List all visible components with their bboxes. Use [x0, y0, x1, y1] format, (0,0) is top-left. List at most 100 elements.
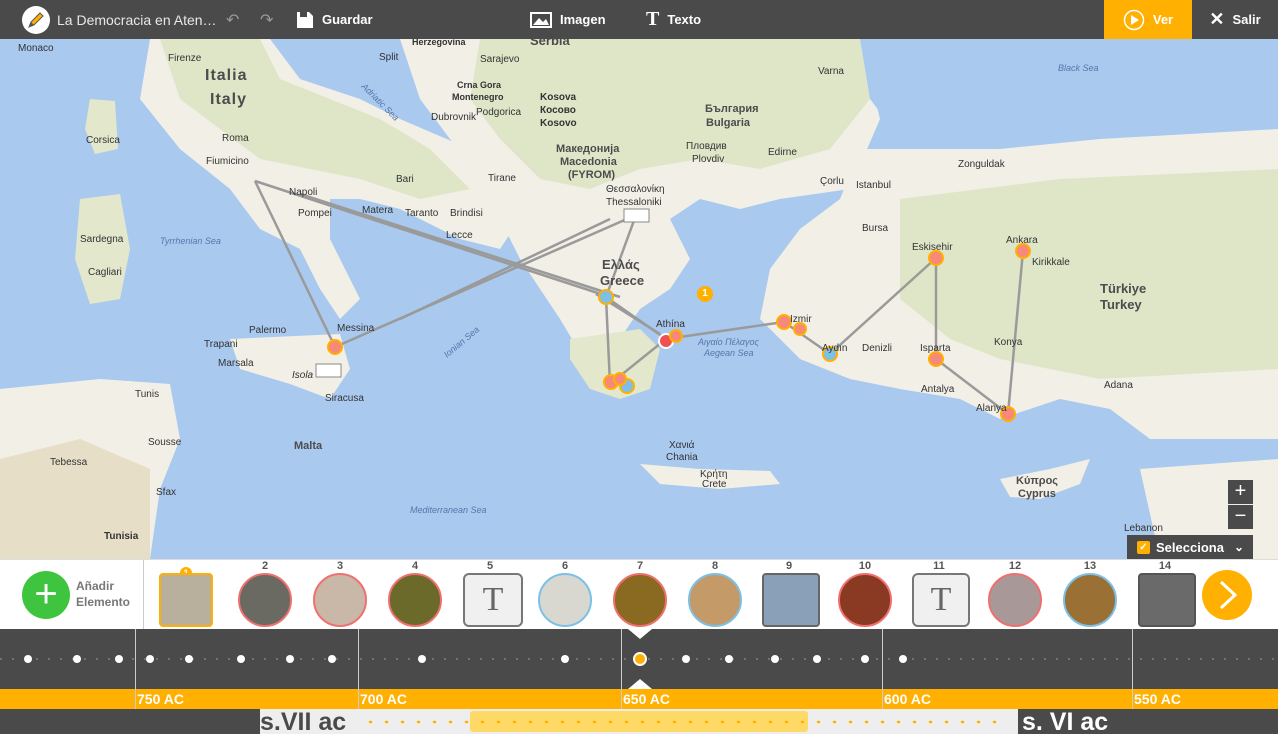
map-city-lebanon: Lebanon — [1124, 523, 1163, 534]
strip-item-6[interactable]: 6 — [538, 560, 592, 627]
next-arrow-button[interactable] — [1202, 570, 1252, 620]
text-icon: T — [646, 8, 660, 30]
map-canvas[interactable]: Italia Italy Ελλάς Greece Türkiye Turkey… — [0, 39, 1278, 559]
select-toggle-button[interactable]: ✓ Selecciona ⌄ — [1127, 535, 1253, 559]
close-icon: ✕ — [1209, 9, 1225, 29]
map-city-tunisia: Tunisia — [104, 531, 139, 542]
map-city-sousse: Sousse — [148, 437, 182, 448]
relief-thumbnail — [159, 573, 213, 627]
strip-item-9[interactable]: 9 — [762, 560, 820, 627]
zoom-in-button[interactable]: + — [1228, 480, 1253, 504]
map-city-plovdiv: Plovdiv — [692, 154, 725, 165]
map-city-isparta: Isparta — [920, 343, 951, 354]
chevron-right-icon — [1219, 580, 1238, 610]
map-city-edirne: Edirne — [768, 147, 797, 158]
map-city-sardegna: Sardegna — [80, 234, 124, 245]
map-city-tebessa: Tebessa — [50, 457, 88, 468]
text-element-icon: T — [912, 573, 970, 627]
checkbox-icon: ✓ — [1137, 540, 1150, 554]
map-label-montenegro: Montenegro — [452, 92, 504, 102]
timeline-tick — [135, 629, 136, 709]
strip-divider — [143, 560, 144, 630]
map-city-cagliari: Cagliari — [88, 267, 122, 278]
strip-item-number: 9 — [785, 560, 793, 572]
map-city-lecce: Lecce — [446, 230, 473, 241]
map-city-corlu: Çorlu — [820, 176, 844, 187]
save-icon — [297, 11, 313, 28]
bronze-helmet-thumbnail — [388, 573, 442, 627]
strip-item-10[interactable]: 10 — [838, 560, 892, 627]
strip-item-14[interactable]: 14 — [1138, 560, 1196, 627]
add-element-button[interactable]: + — [22, 571, 70, 619]
exit-label: Salir — [1232, 12, 1261, 27]
vase-painting-thumbnail — [838, 573, 892, 627]
pencil-logo-icon[interactable] — [22, 6, 50, 34]
map-city-marsala: Marsala — [218, 358, 254, 369]
map-label-ellas: Ελλάς — [602, 257, 640, 272]
century-label-vii: s.VII ac — [260, 708, 347, 736]
add-text-button[interactable]: T Texto — [646, 0, 701, 39]
strip-item-4[interactable]: 4 — [388, 560, 442, 627]
strip-item-13[interactable]: 13 — [1063, 560, 1117, 627]
add-element-label[interactable]: Añadir Elemento — [76, 578, 130, 610]
century-bar[interactable]: s.VII ac s. VI ac — [0, 708, 1278, 736]
strip-item-12[interactable]: 12 — [988, 560, 1042, 627]
timeline-track[interactable] — [0, 629, 1278, 689]
timeline-label-550: 550 AC — [1134, 691, 1181, 707]
map-city-fiumicino: Fiumicino — [206, 156, 249, 167]
strip-item-2[interactable]: 2 — [238, 560, 292, 627]
map-city-corsica: Corsica — [86, 135, 120, 146]
map-city-messina: Messina — [337, 323, 375, 334]
timeline-dots — [0, 629, 1278, 689]
double-chevron-down-icon: ⌄ — [1233, 540, 1244, 554]
save-button[interactable]: Guardar — [296, 0, 373, 39]
map-label-fyrom: (FYROM) — [568, 169, 616, 181]
strip-item-number: 6 — [561, 560, 569, 572]
timeline-label-700: 700 AC — [360, 691, 407, 707]
strip-item-5[interactable]: 5 T — [463, 560, 523, 627]
save-label: Guardar — [322, 12, 373, 27]
text-element-icon: T — [463, 573, 523, 627]
map-label-greece: Greece — [600, 273, 645, 288]
image-icon — [530, 11, 552, 28]
image-label: Imagen — [560, 12, 606, 27]
map-city-bari: Bari — [396, 174, 414, 185]
timeline-tick — [882, 629, 883, 709]
text-label: Texto — [667, 12, 702, 27]
map-city-chania: Chania — [666, 452, 698, 463]
strip-item-8[interactable]: 8 — [688, 560, 742, 627]
stele-thumbnail — [313, 573, 367, 627]
strip-item-7[interactable]: 7 — [613, 560, 667, 627]
zoom-out-button[interactable]: − — [1228, 505, 1253, 529]
map-label-italia: Italia — [205, 67, 248, 84]
map-city-eskisehir: Eskisehir — [912, 242, 953, 253]
add-image-button[interactable]: Imagen — [530, 0, 606, 39]
strip-item-1[interactable]: 1 — [159, 567, 213, 627]
document-title[interactable]: La Democracia en Aten… — [57, 12, 217, 28]
timeline-label-650: 650 AC — [623, 691, 670, 707]
map-label-crna-gora: Crna Gora — [457, 80, 502, 90]
redo-icon[interactable]: ↷ — [260, 10, 273, 30]
map-city-athina: Athína — [656, 319, 685, 330]
helmet-thumbnail — [238, 573, 292, 627]
strip-item-11[interactable]: 11 T — [912, 560, 970, 627]
coin-thumbnail — [988, 573, 1042, 627]
map-label-herzegovina: Herzegovina — [412, 39, 466, 47]
map-marker-badge[interactable]: 1 — [697, 286, 713, 302]
timeline-tick — [621, 629, 622, 709]
map-city-tunis: Tunis — [135, 389, 160, 400]
strip-item-number: 2 — [261, 560, 269, 572]
map-label-makedonija: Македонија — [556, 143, 620, 155]
play-icon — [1123, 9, 1145, 30]
exit-button[interactable]: ✕ Salir — [1192, 0, 1278, 39]
view-button[interactable]: Ver — [1104, 0, 1192, 39]
view-label: Ver — [1152, 12, 1174, 27]
map-label-malta: Malta — [294, 440, 323, 452]
parthenon-thumbnail — [762, 573, 820, 627]
map-city-sfax: Sfax — [156, 487, 177, 498]
strip-item-3[interactable]: 3 — [313, 560, 367, 627]
undo-icon[interactable]: ↶ — [226, 10, 239, 30]
map-label-turkiye: Türkiye — [1100, 281, 1147, 296]
map-city-brindisi: Brindisi — [450, 208, 483, 219]
map-city-firenze: Firenze — [168, 53, 202, 64]
